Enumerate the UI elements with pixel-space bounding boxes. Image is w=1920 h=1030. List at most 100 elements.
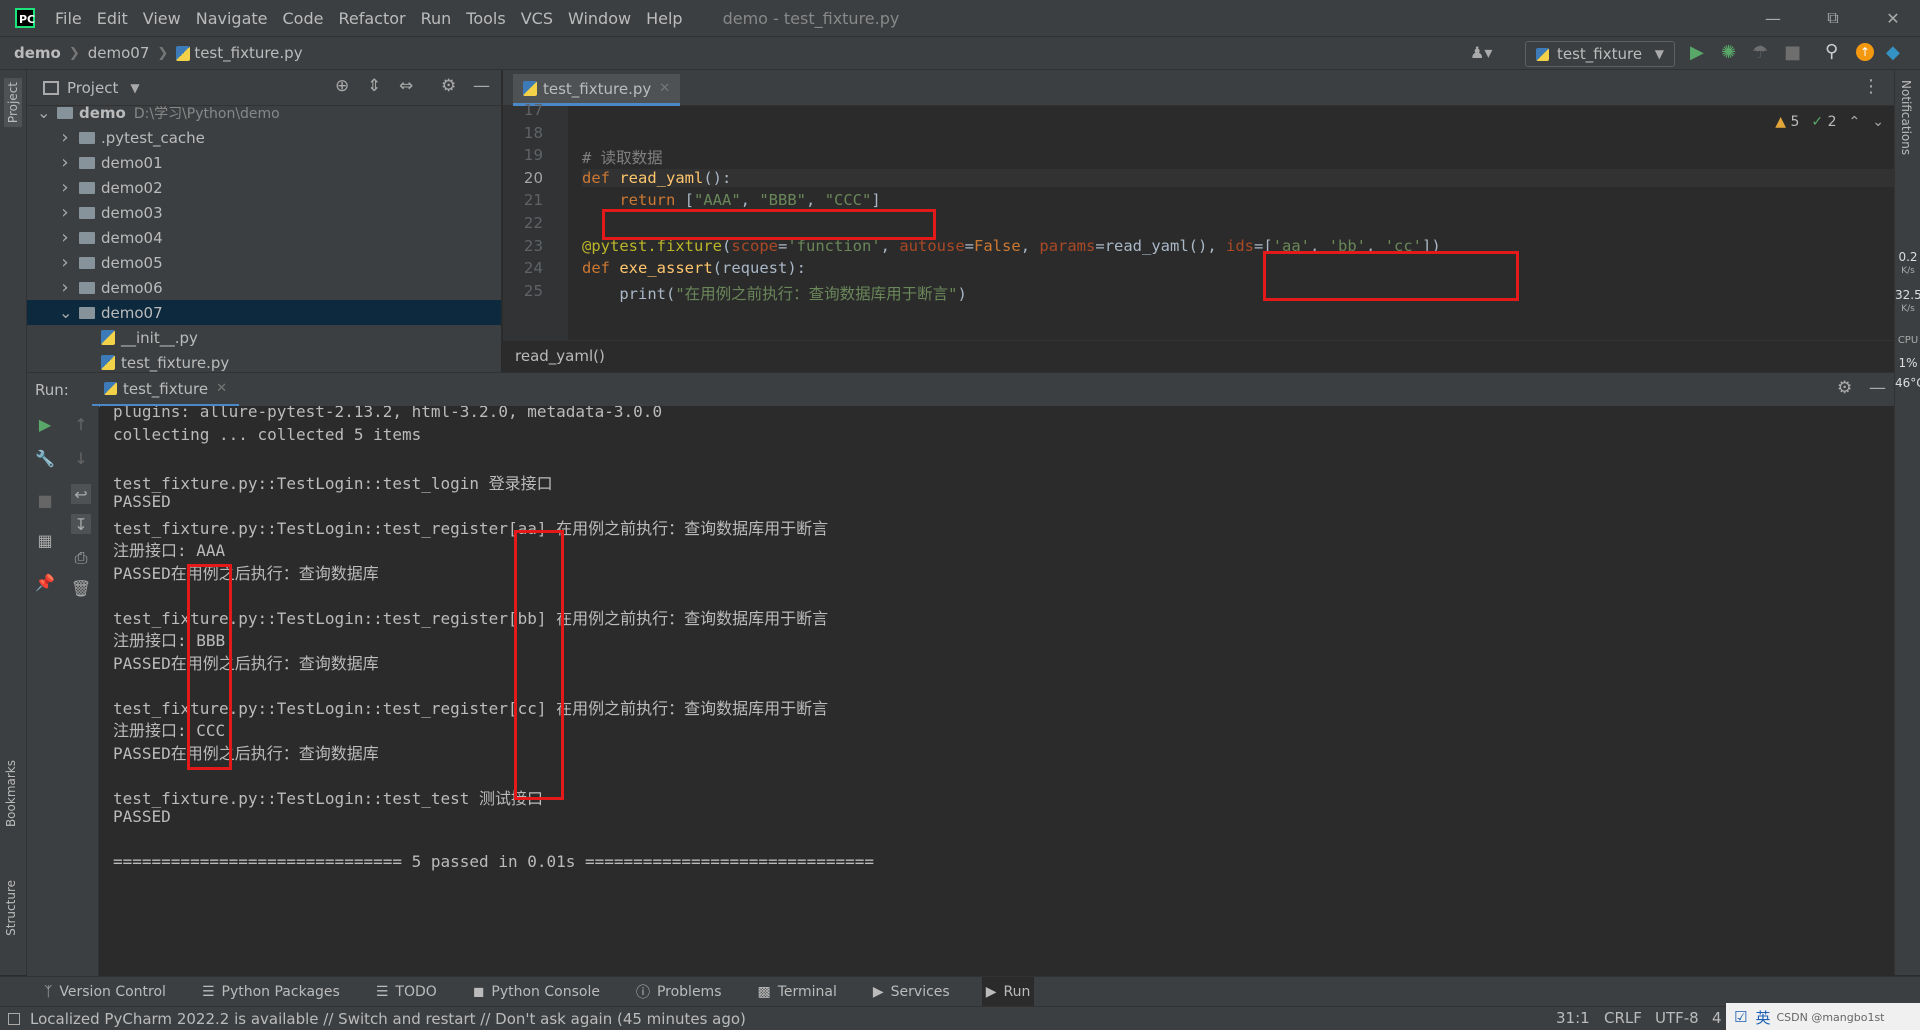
tab-structure[interactable]: Structure (4, 880, 18, 936)
tree-item[interactable]: › .pytest_cache (27, 125, 501, 150)
debug-icon[interactable]: ✺ (1721, 42, 1736, 63)
trash-icon[interactable]: 🗑 (71, 578, 91, 598)
soft-wrap-icon[interactable]: ↩ (71, 484, 91, 504)
chevron-up-icon[interactable]: ⌃ (1849, 114, 1861, 130)
tab-project[interactable]: Project (4, 78, 22, 128)
tool-python-console[interactable]: ◼ Python Console (469, 977, 604, 1007)
hide-panel-icon[interactable]: — (473, 76, 490, 96)
inspection-widget[interactable]: ▲ 5 ✓ 2 ⌃ ⌄ (1775, 114, 1884, 130)
rerun-icon[interactable]: ▶ (35, 414, 55, 434)
stop-icon[interactable]: ■ (35, 490, 55, 510)
update-icon[interactable]: ↑ (1856, 43, 1874, 61)
menu-view[interactable]: View (143, 9, 181, 28)
cursor-position[interactable]: 31:1 (1556, 1009, 1590, 1027)
chevron-right-icon[interactable]: › (59, 227, 71, 248)
layout-icon[interactable]: ▦ (35, 530, 55, 550)
menu-file[interactable]: File (55, 9, 82, 28)
chevron-down-icon[interactable]: ⌄ (1872, 114, 1884, 130)
run-icon[interactable]: ▶ (1690, 42, 1704, 63)
tree-item[interactable]: test_fixture.py (27, 350, 501, 372)
tab-run-test-fixture[interactable]: test_fixture ✕ (92, 373, 239, 407)
tree-item[interactable]: › demo04 (27, 225, 501, 250)
tree-item[interactable]: › demo02 (27, 175, 501, 200)
more-vertical-icon[interactable]: ⋮ (1862, 76, 1880, 97)
tool-terminal[interactable]: ▩ Terminal (753, 977, 840, 1007)
run-config-select[interactable]: test_fixture ▼ (1525, 41, 1675, 67)
run-console[interactable]: ============================== 5 passed … (100, 406, 1894, 976)
branch-icon: ᛉ (44, 983, 53, 1000)
close-tab-icon[interactable]: ✕ (216, 381, 227, 396)
file-encoding[interactable]: UTF-8 (1655, 1009, 1699, 1027)
menu-refactor[interactable]: Refactor (338, 9, 405, 28)
ime-indicator[interactable]: 英 (1755, 1007, 1770, 1028)
tool-todo[interactable]: ☰ TODO (372, 977, 441, 1007)
tab-notifications[interactable]: Notifications (1899, 80, 1913, 155)
ok-count[interactable]: ✓ 2 (1811, 114, 1836, 130)
editor-breadcrumb[interactable]: read_yaml() (503, 340, 1894, 370)
menu-run[interactable]: Run (421, 9, 452, 28)
tree-item[interactable]: ⌄ demo07 (27, 300, 501, 325)
tool-problems[interactable]: ⓘ Problems (632, 977, 726, 1007)
gear-icon[interactable]: ⚙ (441, 76, 456, 96)
status-window-icon[interactable] (8, 1012, 20, 1025)
status-message[interactable]: Localized PyCharm 2022.2 is available //… (30, 1010, 746, 1028)
pin-icon[interactable]: 📌 (35, 572, 55, 592)
chevron-right-icon[interactable]: › (59, 127, 71, 148)
project-panel-title[interactable]: Project (67, 79, 118, 97)
menu-vcs[interactable]: VCS (521, 9, 553, 28)
coverage-icon[interactable]: ☂ (1752, 42, 1768, 63)
tree-item[interactable]: › demo01 (27, 150, 501, 175)
tray-check-icon[interactable]: ☑ (1734, 1008, 1747, 1026)
menu-tools[interactable]: Tools (466, 9, 505, 28)
hide-panel-icon[interactable]: — (1869, 378, 1886, 398)
minimize-icon[interactable]: — (1743, 0, 1803, 36)
tool-python-packages[interactable]: ☰ Python Packages (198, 977, 344, 1007)
stop-icon[interactable]: ■ (1784, 42, 1801, 63)
restore-icon[interactable]: ⧉ (1803, 0, 1863, 36)
menu-code[interactable]: Code (283, 9, 324, 28)
folder-icon (79, 181, 95, 194)
indent-setting[interactable]: 4 (1712, 1009, 1722, 1027)
menu-help[interactable]: Help (646, 9, 682, 28)
search-icon[interactable]: ⚲ (1825, 41, 1838, 62)
tool-run[interactable]: ▶ Run (981, 976, 1035, 1007)
line-separator[interactable]: CRLF (1604, 1009, 1642, 1027)
tool-services[interactable]: ▶ Services (869, 977, 954, 1007)
tool-version-control[interactable]: ᛉ Version Control (40, 977, 170, 1007)
menu-edit[interactable]: Edit (97, 9, 128, 28)
locate-icon[interactable]: ⊕ (335, 76, 349, 96)
chevron-right-icon[interactable]: › (59, 202, 71, 223)
tree-item[interactable]: › demo06 (27, 275, 501, 300)
chevron-down-icon[interactable]: ▼ (130, 81, 139, 95)
tree-item[interactable]: › demo03 (27, 200, 501, 225)
wrench-icon[interactable]: 🔧 (35, 448, 55, 468)
toolbox-icon[interactable]: ◆ (1886, 42, 1900, 63)
chevron-right-icon[interactable]: › (59, 277, 71, 298)
tree-item[interactable]: __init__.py (27, 325, 501, 350)
chevron-down-icon[interactable]: ⌄ (37, 106, 50, 122)
close-icon[interactable]: ✕ (1863, 0, 1920, 36)
arrow-down-icon[interactable]: ↓ (71, 448, 91, 468)
breadcrumb-demo[interactable]: demo (14, 44, 61, 62)
tree-item[interactable]: › demo05 (27, 250, 501, 275)
gear-icon[interactable]: ⚙ (1837, 378, 1852, 398)
warning-count[interactable]: ▲ 5 (1775, 114, 1799, 130)
menu-window[interactable]: Window (568, 9, 631, 28)
tree-item[interactable]: ⌄ demo D:\学习\Python\demo (27, 106, 501, 125)
arrow-up-icon[interactable]: ↑ (71, 414, 91, 434)
breadcrumb-demo07[interactable]: demo07 (88, 44, 150, 62)
chevron-right-icon[interactable]: › (59, 177, 71, 198)
print-icon[interactable]: ⎙ (71, 548, 91, 568)
expand-all-icon[interactable]: ⇕ (367, 76, 381, 96)
tab-bookmarks[interactable]: Bookmarks (4, 760, 18, 827)
collapse-all-icon[interactable]: ⇔ (399, 76, 413, 96)
code-editor[interactable]: ▲ 5 ✓ 2 ⌃ ⌄ # 读取数据 def read_yaml(): retu… (568, 106, 1894, 340)
chevron-right-icon[interactable]: › (59, 252, 71, 273)
chevron-right-icon[interactable]: › (59, 152, 71, 173)
chevron-down-icon[interactable]: ⌄ (59, 303, 72, 322)
user-icon[interactable]: ♟▾ (1470, 43, 1492, 62)
scroll-to-end-icon[interactable]: ↧ (71, 514, 91, 534)
breadcrumb-file[interactable]: test_fixture.py (194, 44, 302, 62)
menu-navigate[interactable]: Navigate (196, 9, 268, 28)
close-tab-icon[interactable]: ✕ (659, 81, 670, 96)
